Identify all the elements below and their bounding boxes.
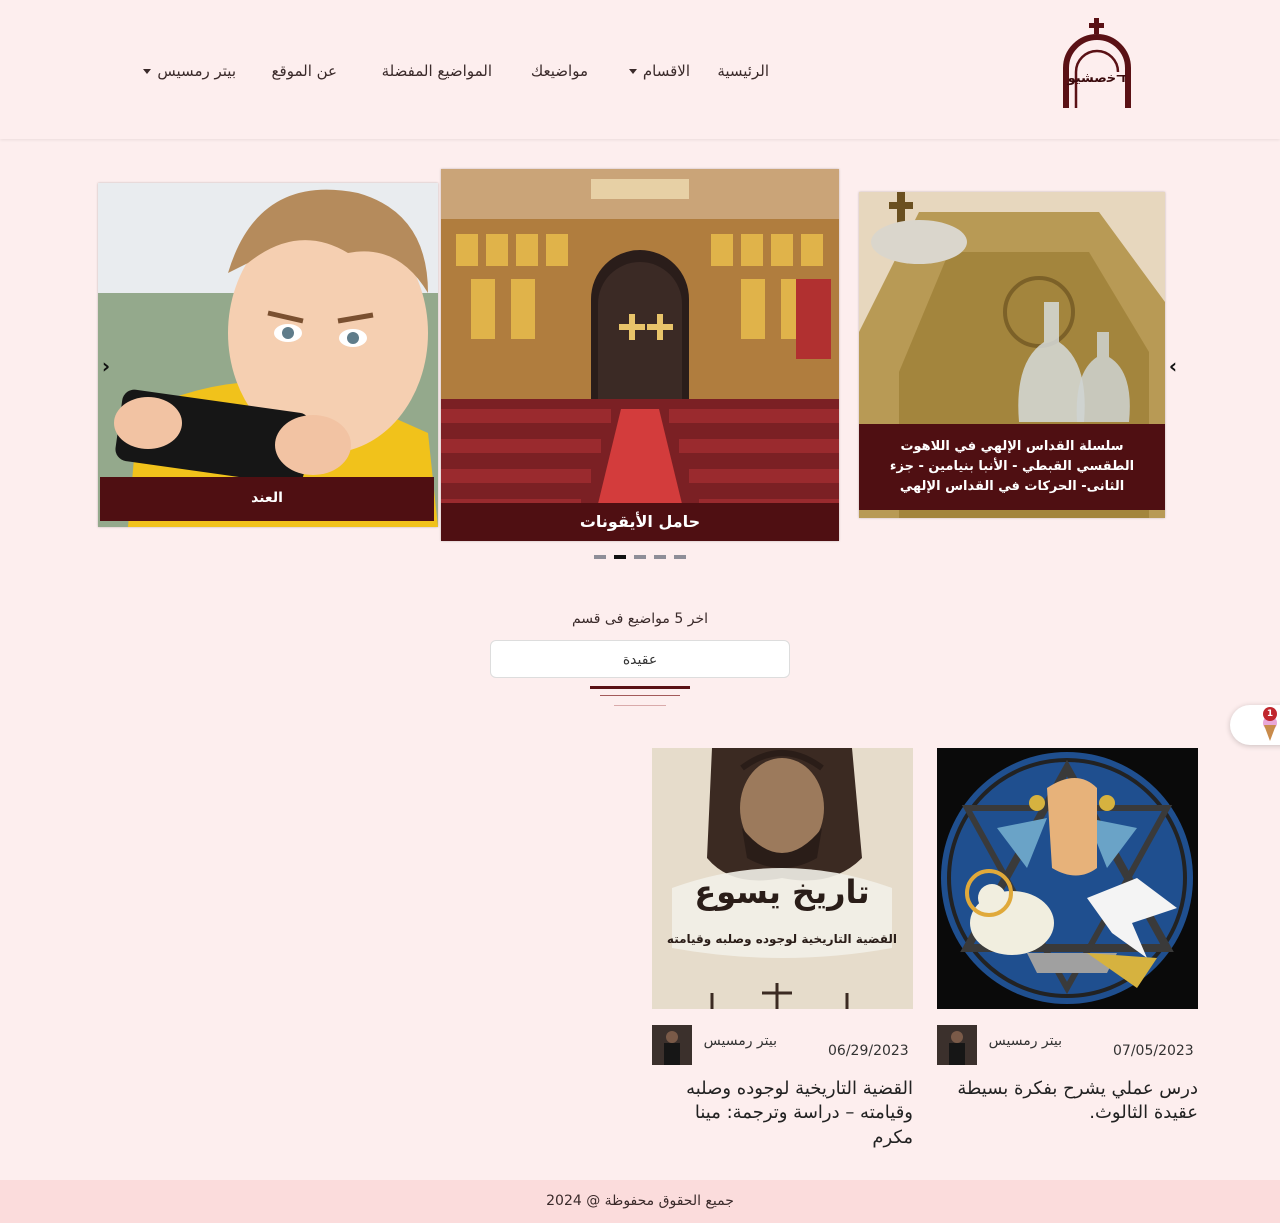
nav-about[interactable]: عن الموقع [272, 58, 337, 84]
notification-bubble[interactable]: 1 [1230, 705, 1280, 745]
notification-count-badge: 1 [1263, 707, 1277, 721]
section-title: اخر 5 مواضيع فى قسم [571, 611, 709, 627]
nav-your-topics[interactable]: مواضيعك [531, 58, 588, 84]
chevron-left-icon: ‹ [101, 354, 111, 378]
main-nav: الرئيسية الاقسام مواضيعك المواضيع المفضل… [0, 58, 1280, 84]
carousel-slide-active[interactable]: حامل الأيقونات [441, 169, 839, 541]
chevron-down-icon [628, 68, 637, 74]
carousel-slide-caption: العند [100, 477, 434, 521]
card-image[interactable] [937, 748, 1198, 1009]
carousel-dot-active[interactable] [614, 555, 626, 559]
nav-user-menu[interactable]: بيتر رمسيس [143, 58, 236, 84]
church-iconostasis-image [441, 169, 839, 541]
chevron-right-icon: › [1168, 354, 1178, 378]
boy-with-phone-image [98, 183, 438, 527]
author-avatar-image [652, 1025, 692, 1065]
nav-about-label: عن الموقع [271, 62, 337, 80]
carousel-dot[interactable] [674, 555, 686, 559]
carousel-slide[interactable]: سلسلة القداس الإلهي في اللاهوت الطقسي ال… [859, 192, 1165, 518]
section-divider [600, 695, 680, 696]
card-image[interactable]: تاريخ يسوع القضية التاريخية لوجوده وصلبه… [652, 748, 913, 1009]
section-divider [614, 705, 666, 706]
nav-your-topics-label: مواضيعك [530, 62, 588, 80]
carousel-dot[interactable] [634, 555, 646, 559]
carousel-next-button[interactable]: › [1163, 354, 1183, 378]
site-footer: جميع الحقوق محفوظة @ 2024 [0, 1180, 1280, 1223]
carousel-slide-caption: حامل الأيقونات [441, 503, 839, 541]
chevron-down-icon [143, 68, 152, 74]
nav-user-label: بيتر رمسيس [157, 62, 236, 80]
avatar[interactable] [937, 1025, 977, 1065]
author-name[interactable]: بيتر رمسيس [704, 1033, 777, 1049]
author-avatar-image [937, 1025, 977, 1065]
article-card[interactable]: تاريخ يسوع القضية التاريخية لوجوده وصلبه… [652, 748, 913, 1150]
category-select[interactable]: عقيدة [490, 640, 790, 678]
card-title[interactable]: القضية التاريخية لوجوده وصلبه وقيامته – … [652, 1077, 913, 1150]
trinity-stained-glass-image [937, 748, 1198, 1009]
carousel-prev-button[interactable]: ‹ [96, 354, 116, 378]
nav-favorites[interactable]: المواضيع المفضلة [382, 58, 492, 84]
site-header: ﬢﺧﺻﺸﻴﻮ الرئيسية الاقسام مواضيعك المواضيع… [0, 0, 1280, 139]
featured-carousel: العند حامل الأيقونات سلسلة القداس الإلهي… [0, 139, 1280, 579]
card-meta: بيتر رمسيس 07/05/2023 [937, 1025, 1198, 1069]
carousel-slide-caption: سلسلة القداس الإلهي في اللاهوت الطقسي ال… [859, 424, 1165, 510]
card-meta: بيتر رمسيس 06/29/2023 [652, 1025, 913, 1069]
svg-text:تاريخ يسوع: تاريخ يسوع [694, 873, 869, 911]
nav-favorites-label: المواضيع المفضلة [381, 62, 492, 80]
card-title[interactable]: درس عملي يشرح بفكرة بسيطة عقيدة الثالوث. [937, 1077, 1198, 1126]
carousel-dot[interactable] [654, 555, 666, 559]
carousel-dots [594, 555, 688, 559]
nav-categories[interactable]: الاقسام [628, 58, 690, 84]
card-date: 07/05/2023 [1113, 1043, 1194, 1059]
svg-text:القضية التاريخية لوجوده وصلبه: القضية التاريخية لوجوده وصلبه وقيامته [667, 932, 897, 947]
article-card[interactable]: بيتر رمسيس 07/05/2023 درس عملي يشرح بفكر… [937, 748, 1198, 1126]
avatar[interactable] [652, 1025, 692, 1065]
carousel-slide[interactable]: العند [98, 183, 438, 527]
card-date: 06/29/2023 [828, 1043, 909, 1059]
nav-home-label: الرئيسية [717, 62, 769, 80]
section-divider [590, 686, 690, 689]
nav-categories-label: الاقسام [642, 62, 690, 80]
carousel-dot[interactable] [594, 555, 606, 559]
nav-home[interactable]: الرئيسية [717, 58, 769, 84]
history-of-jesus-image: تاريخ يسوع القضية التاريخية لوجوده وصلبه… [652, 748, 913, 1009]
copyright-text: جميع الحقوق محفوظة @ 2024 [546, 1193, 734, 1209]
author-name[interactable]: بيتر رمسيس [989, 1033, 1062, 1049]
